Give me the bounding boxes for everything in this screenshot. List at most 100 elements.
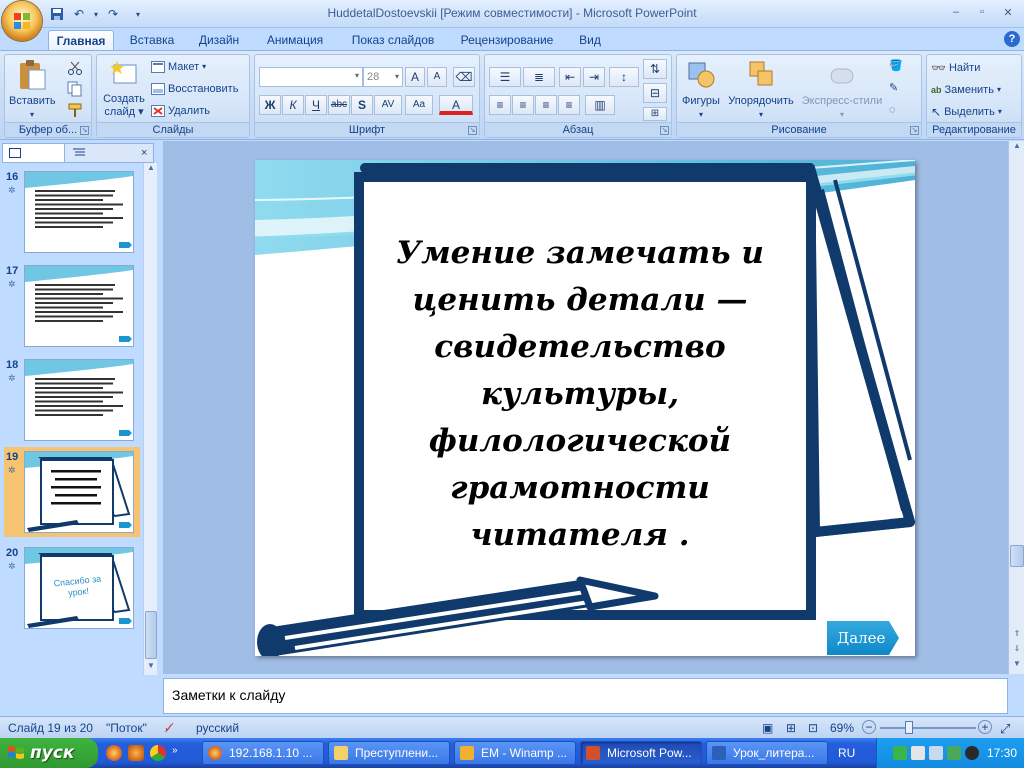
delete-slide-button[interactable]: Удалить	[151, 102, 210, 120]
font-color-button[interactable]: A	[439, 95, 473, 115]
tab-design[interactable]: Дизайн	[192, 30, 246, 50]
sorter-view-icon[interactable]: ⊞	[786, 721, 796, 735]
app-icon[interactable]	[128, 745, 144, 761]
tab-view[interactable]: Вид	[572, 30, 608, 50]
shape-outline-icon[interactable]: ✎	[889, 79, 898, 97]
columns-icon[interactable]: ▥	[585, 95, 615, 115]
prev-slide-icon[interactable]: ⇑	[1010, 629, 1024, 643]
editor-scrollbar[interactable]: ▲ ⇑ ⇓ ▼	[1008, 141, 1024, 674]
minimize-button[interactable]: –	[944, 3, 968, 21]
bug-icon[interactable]	[965, 746, 979, 760]
spacing-button[interactable]: AV	[374, 95, 402, 115]
tab-slideshow[interactable]: Показ слайдов	[344, 30, 442, 50]
line-spacing-icon[interactable]: ↕	[609, 67, 639, 87]
replace-button[interactable]: ab Заменить ▾	[931, 81, 1001, 99]
shadow-button[interactable]: S	[351, 95, 373, 115]
increase-indent-icon[interactable]: ⇥	[583, 67, 605, 87]
spellcheck-icon[interactable]: ✓̸	[164, 721, 174, 735]
grow-font-button[interactable]: A	[405, 67, 425, 87]
close-button[interactable]: ✕	[996, 3, 1020, 21]
shapes-button[interactable]: Фигуры ▾	[679, 59, 723, 121]
font-name-combo[interactable]: ▾	[259, 67, 363, 87]
task-item[interactable]: Преступлени...	[328, 741, 450, 765]
fit-window-icon[interactable]: ⤢	[1000, 721, 1010, 737]
quick-styles-button[interactable]: Экспресс-стили ▾	[799, 59, 885, 121]
office-button[interactable]	[2, 1, 42, 41]
slide-thumbnail-19[interactable]: 19 ✲	[4, 447, 140, 537]
start-button[interactable]: пуск	[0, 738, 98, 768]
justify-icon[interactable]: ≡	[558, 95, 580, 115]
text-direction-icon[interactable]: ⇅	[643, 59, 667, 79]
paste-button[interactable]: Вставить ▾	[9, 59, 56, 121]
slide-thumbnail-20[interactable]: 20 ✲ Спасибо за урок!	[4, 543, 140, 633]
bullets-icon[interactable]: ☰	[489, 67, 521, 87]
font-size-combo[interactable]: 28 ▾	[363, 67, 403, 87]
tab-slides-thumbnails[interactable]	[3, 144, 65, 162]
scroll-up-icon[interactable]: ▲	[145, 163, 157, 177]
smartart-icon[interactable]: ⊞	[643, 107, 667, 121]
format-painter-button[interactable]	[67, 101, 83, 119]
volume-icon[interactable]	[929, 746, 943, 760]
shape-effects-icon[interactable]: ◌	[889, 101, 896, 119]
next-slide-icon[interactable]: ⇓	[1010, 644, 1024, 658]
copy-button[interactable]	[67, 80, 83, 98]
notes-pane[interactable]: Заметки к слайду	[163, 678, 1008, 714]
cut-button[interactable]	[67, 59, 83, 77]
align-left-icon[interactable]: ≡	[489, 95, 511, 115]
tab-insert[interactable]: Вставка	[122, 30, 182, 50]
font-size-dropdown-icon[interactable]: ▾	[395, 68, 399, 86]
task-item[interactable]: EM - Winamp ...	[454, 741, 576, 765]
slide-thumbnail-18[interactable]: 18 ✲	[4, 355, 140, 445]
zoom-slider-track[interactable]	[880, 727, 976, 729]
antivirus-icon[interactable]	[947, 746, 961, 760]
font-name-dropdown-icon[interactable]: ▾	[355, 71, 359, 80]
align-center-icon[interactable]: ≡	[512, 95, 534, 115]
strike-button[interactable]: abc	[328, 95, 350, 115]
scroll-down-icon[interactable]: ▼	[145, 661, 157, 675]
restore-button[interactable]: ▫	[970, 3, 994, 21]
opera-icon[interactable]	[106, 745, 122, 761]
zoom-level[interactable]: 69%	[830, 721, 854, 735]
editor-scroll-down-icon[interactable]: ▼	[1010, 659, 1024, 673]
task-item-active[interactable]: Microsoft Pow...	[580, 741, 702, 765]
editor-scroll-thumb[interactable]	[1010, 545, 1024, 567]
shrink-font-button[interactable]: A	[427, 67, 447, 87]
decrease-indent-icon[interactable]: ⇤	[559, 67, 581, 87]
new-slide-button[interactable]: Создать слайд ▾	[99, 59, 149, 119]
clipboard-launcher-icon[interactable]: ↘	[80, 126, 89, 135]
arrange-button[interactable]: Упорядочить ▾	[723, 59, 799, 121]
zoom-out-icon[interactable]: −	[862, 720, 876, 734]
zoom-slider-thumb[interactable]	[905, 721, 913, 734]
slide-title-text[interactable]: Умение замечать и ценить детали — свидет…	[356, 230, 804, 559]
align-right-icon[interactable]: ≡	[535, 95, 557, 115]
find-button[interactable]: 👓 Найти	[931, 59, 980, 77]
case-button[interactable]: Aa	[405, 95, 433, 115]
close-panel-icon[interactable]: ×	[141, 144, 153, 162]
chrome-icon[interactable]	[150, 745, 166, 761]
align-text-icon[interactable]: ⊟	[643, 83, 667, 103]
quick-launch-more-icon[interactable]: »	[172, 745, 178, 761]
italic-button[interactable]: К	[282, 95, 304, 115]
thumbnail-scroll-thumb[interactable]	[145, 611, 157, 659]
paragraph-launcher-icon[interactable]: ↘	[660, 126, 669, 135]
tab-outline[interactable]	[65, 144, 131, 162]
task-item[interactable]: 192.168.1.10 ...	[202, 741, 324, 765]
normal-view-icon[interactable]: ▣	[762, 721, 773, 735]
task-item[interactable]: Урок_литера...	[706, 741, 828, 765]
tab-animation[interactable]: Анимация	[256, 30, 334, 50]
next-action-button[interactable]: Далее	[827, 621, 899, 655]
network-icon[interactable]	[911, 746, 925, 760]
editor-scroll-up-icon[interactable]: ▲	[1010, 141, 1024, 155]
help-icon[interactable]: ?	[1004, 31, 1020, 47]
zoom-in-icon[interactable]: +	[978, 720, 992, 734]
skype-icon[interactable]	[893, 746, 907, 760]
numbering-icon[interactable]: ≣	[523, 67, 555, 87]
drawing-launcher-icon[interactable]: ↘	[910, 126, 919, 135]
slide-thumbnail-16[interactable]: 16 ✲	[4, 167, 140, 257]
bold-button[interactable]: Ж	[259, 95, 281, 115]
thumbnail-scrollbar[interactable]: ▲ ▼	[143, 163, 157, 675]
clear-format-icon[interactable]: ⌫	[453, 67, 475, 87]
language-bar[interactable]: RU	[838, 746, 855, 760]
shape-fill-icon[interactable]: 🪣	[889, 57, 903, 75]
font-launcher-icon[interactable]: ↘	[468, 126, 477, 135]
